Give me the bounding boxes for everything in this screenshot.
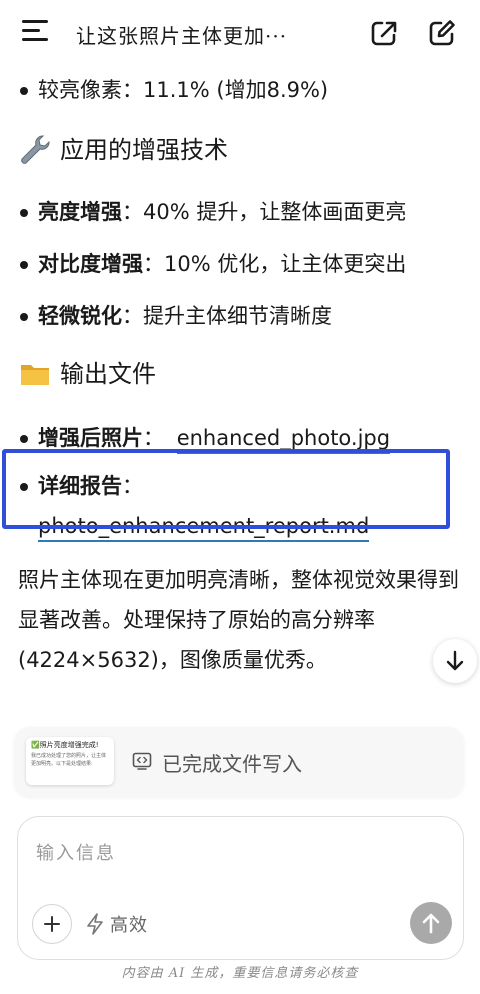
code-window-icon <box>132 752 152 770</box>
status-text: 已完成文件写入 <box>162 752 302 776</box>
list-item: 对比度增强：10% 优化，让主体更突出 <box>18 244 462 284</box>
list-item: 亮度增强：40% 提升，让整体画面更亮 <box>18 192 462 232</box>
item-label: 详细报告 <box>38 474 122 498</box>
folder-icon <box>21 365 49 385</box>
message-composer: 高效 <box>17 816 464 960</box>
ai-disclaimer: 内容由 AI 生成，重要信息请务必核查 <box>121 966 359 981</box>
edit-icon[interactable] <box>426 17 458 49</box>
section-heading-output: 输出文件 <box>18 354 462 394</box>
file-link-report[interactable]: photo_enhancement_report.md <box>38 514 370 542</box>
menu-button[interactable] <box>22 20 52 46</box>
arrow-up-icon <box>422 913 440 934</box>
preview-thumbnail[interactable]: ✅照片亮度增强完成! 我已成功处理了您的照片，让主体更加明亮。以下是处理结果: <box>26 737 114 785</box>
wrench-icon <box>21 135 50 164</box>
task-status-card[interactable]: ✅照片亮度增强完成! 我已成功处理了您的照片，让主体更加明亮。以下是处理结果: … <box>14 727 464 797</box>
share-icon[interactable] <box>368 17 400 49</box>
mode-selector[interactable]: 高效 <box>86 908 148 940</box>
chat-content[interactable]: 较亮像素：11.1% (增加8.9%) 应用的增强技术 亮度增强：40% 提升，… <box>0 66 480 726</box>
item-label: 亮度增强 <box>38 200 122 224</box>
item-label: 对比度增强 <box>38 252 143 276</box>
item-label: 轻微锐化 <box>38 304 122 328</box>
scroll-down-button[interactable] <box>433 639 477 683</box>
lightning-icon <box>87 913 103 935</box>
attach-button[interactable] <box>32 904 72 944</box>
summary-paragraph: 照片主体现在更加明亮清晰，整体视觉效果得到显著改善。处理保持了原始的高分辨率(4… <box>18 568 459 672</box>
plus-icon <box>44 916 60 932</box>
send-button[interactable] <box>410 902 452 944</box>
app-header: 让这张照片主体更加··· <box>0 0 480 66</box>
mode-label: 高效 <box>110 915 148 936</box>
list-item: 轻微锐化：提升主体细节清晰度 <box>18 296 462 336</box>
list-item: 增强后照片： enhanced_photo.jpg <box>18 418 462 458</box>
conversation-title[interactable]: 让这张照片主体更加··· <box>76 20 287 49</box>
item-label: 增强后照片 <box>38 426 143 450</box>
list-item: 详细报告： photo_enhancement_report.md <box>18 466 462 546</box>
section-heading-techniques: 应用的增强技术 <box>18 130 462 170</box>
list-item: 较亮像素：11.1% (增加8.9%) <box>18 70 462 110</box>
message-input[interactable] <box>36 833 436 873</box>
file-link-enhanced-photo[interactable]: enhanced_photo.jpg <box>176 426 391 454</box>
menu-icon <box>22 20 48 23</box>
arrow-down-icon <box>446 650 464 671</box>
